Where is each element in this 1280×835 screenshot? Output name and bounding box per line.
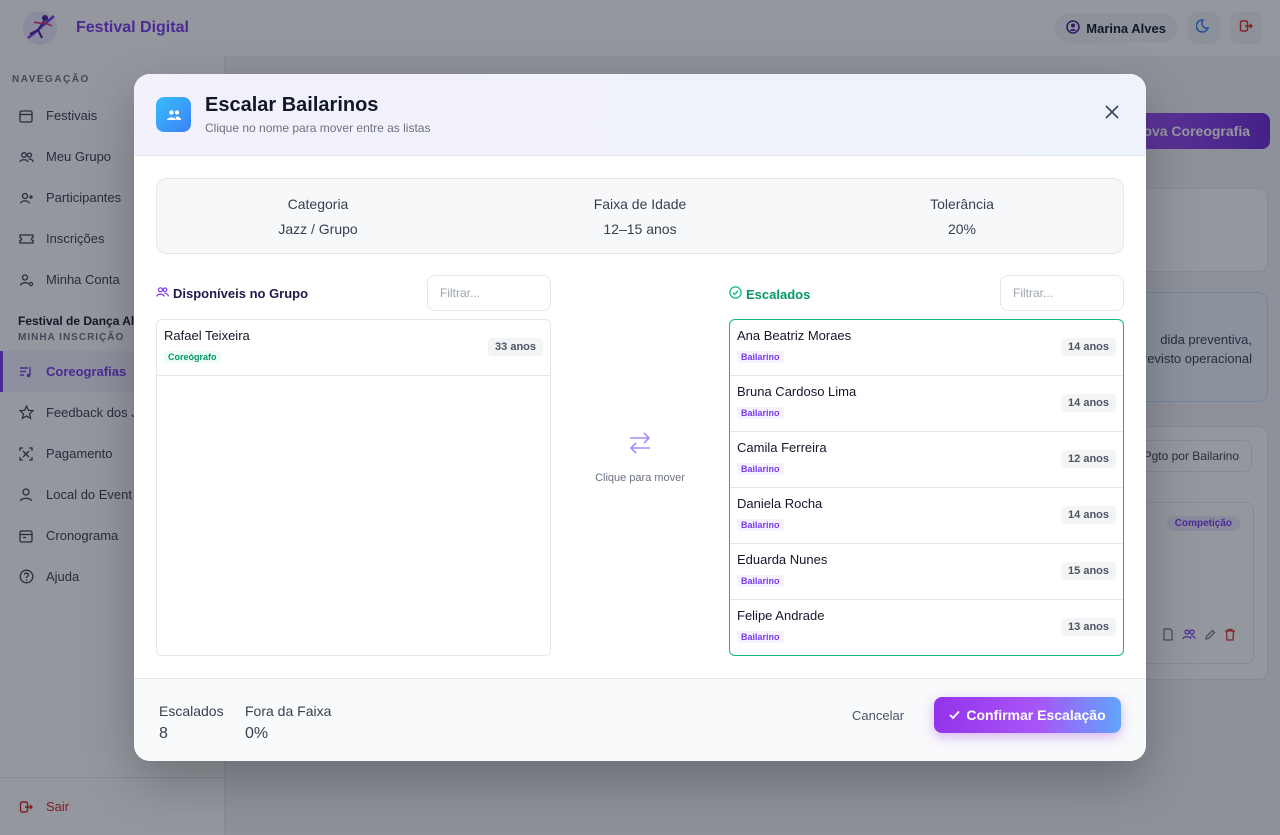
age-badge: 33 anos	[488, 338, 543, 356]
users-icon	[156, 286, 169, 301]
age-range-info: Faixa de Idade 12–15 anos	[479, 179, 801, 253]
age-badge: 14 anos	[1061, 394, 1116, 412]
age-badge: 14 anos	[1061, 506, 1116, 524]
person-name: Daniela Rocha	[737, 496, 823, 511]
scaled-count-value: 8	[159, 725, 168, 742]
close-button[interactable]	[1100, 103, 1124, 127]
check-icon	[949, 707, 961, 723]
available-heading: Disponíveis no Grupo	[156, 286, 308, 301]
scaled-count-stat: Escalados 8	[159, 703, 224, 743]
age-badge: 15 anos	[1061, 562, 1116, 580]
list-item[interactable]: Daniela Rocha Bailarino 14 anos	[730, 488, 1123, 544]
tolerance-info: Tolerância 20%	[801, 179, 1123, 253]
role-badge: Bailarino	[737, 351, 784, 363]
available-filter-input[interactable]	[427, 275, 551, 311]
age-range-value: 12–15 anos	[603, 220, 677, 237]
available-list: Rafael Teixeira Coreógrafo 33 anos	[156, 319, 551, 656]
modal-subtitle: Clique no nome para mover entre as lista…	[205, 121, 431, 135]
role-badge: Bailarino	[737, 463, 784, 475]
out-of-range-label: Fora da Faixa	[245, 703, 332, 719]
list-item[interactable]: Bruna Cardoso Lima Bailarino 14 anos	[730, 376, 1123, 432]
age-badge: 12 anos	[1061, 450, 1116, 468]
role-badge: Coreógrafo	[164, 351, 221, 363]
category-value: Jazz / Grupo	[278, 220, 358, 237]
tolerance-label: Tolerância	[930, 195, 994, 212]
cancel-button[interactable]: Cancelar	[852, 708, 904, 723]
modal-footer: Escalados 8 Fora da Faixa 0% Cancelar Co…	[134, 678, 1146, 761]
tolerance-value: 20%	[947, 220, 977, 237]
list-item[interactable]: Rafael Teixeira Coreógrafo 33 anos	[157, 320, 550, 376]
role-badge: Bailarino	[737, 575, 784, 587]
scaled-list: Ana Beatriz Moraes Bailarino 14 anos Bru…	[729, 319, 1124, 656]
scaled-count-label: Escalados	[159, 703, 224, 719]
move-hint-text: Clique para mover	[595, 472, 685, 484]
close-icon	[1104, 104, 1120, 125]
list-item[interactable]: Ana Beatriz Moraes Bailarino 14 anos	[730, 320, 1123, 376]
age-range-label: Faixa de Idade	[593, 195, 687, 212]
available-title: Disponíveis no Grupo	[173, 286, 309, 301]
check-circle-icon	[729, 286, 742, 302]
list-item[interactable]: Felipe Andrade Bailarino 13 anos	[730, 600, 1123, 655]
person-name: Ana Beatriz Moraes	[737, 328, 852, 343]
move-hint: Clique para mover	[594, 430, 686, 485]
list-item[interactable]: Eduarda Nunes Bailarino 15 anos	[730, 544, 1123, 600]
age-badge: 13 anos	[1061, 618, 1116, 636]
role-badge: Bailarino	[737, 631, 784, 643]
person-name: Felipe Andrade	[737, 608, 825, 623]
person-name: Eduarda Nunes	[737, 552, 828, 567]
category-info-box: Categoria Jazz / Grupo Faixa de Idade 12…	[156, 178, 1124, 254]
age-badge: 14 anos	[1061, 338, 1116, 356]
confirm-scaling-button[interactable]: Confirmar Escalação	[934, 697, 1121, 733]
scaled-filter-input[interactable]	[1000, 275, 1124, 311]
person-name: Bruna Cardoso Lima	[737, 384, 857, 399]
list-item[interactable]: Camila Ferreira Bailarino 12 anos	[730, 432, 1123, 488]
person-name: Camila Ferreira	[737, 440, 827, 455]
role-badge: Bailarino	[737, 519, 784, 531]
confirm-label: Confirmar Escalação	[966, 707, 1106, 723]
modal-title: Escalar Bailarinos	[205, 94, 379, 116]
out-of-range-stat: Fora da Faixa 0%	[245, 703, 331, 743]
category-info: Categoria Jazz / Grupo	[157, 179, 479, 253]
role-badge: Bailarino	[737, 407, 784, 419]
modal-header: Escalar Bailarinos Clique no nome para m…	[134, 74, 1146, 156]
swap-arrows-icon	[627, 430, 653, 461]
out-of-range-value: 0%	[245, 725, 269, 742]
users-icon	[156, 97, 191, 132]
category-label: Categoria	[287, 195, 349, 212]
scaled-heading: Escalados	[729, 286, 810, 302]
person-name: Rafael Teixeira	[164, 328, 250, 343]
scaled-title: Escalados	[746, 286, 811, 302]
scale-dancers-modal: Escalar Bailarinos Clique no nome para m…	[134, 74, 1146, 761]
